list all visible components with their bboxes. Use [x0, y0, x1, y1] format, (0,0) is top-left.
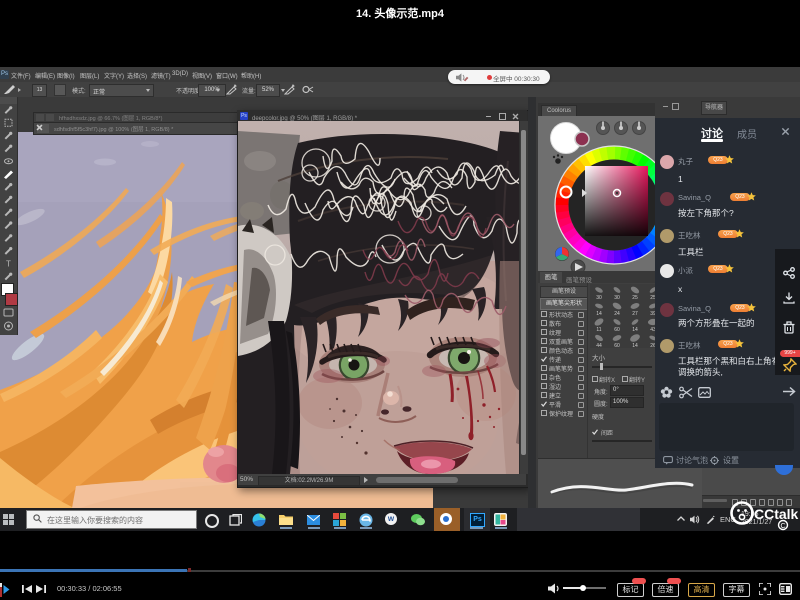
- svg-text:14: 14: [596, 311, 602, 317]
- svg-text:14: 14: [632, 327, 638, 333]
- svg-text:CCtalk: CCtalk: [754, 506, 799, 522]
- svg-text:14: 14: [632, 343, 638, 348]
- svg-text:30: 30: [596, 295, 602, 301]
- svg-text:24: 24: [614, 311, 620, 317]
- svg-text:11: 11: [596, 327, 601, 333]
- svg-text:T: T: [6, 260, 11, 269]
- svg-text:60: 60: [614, 343, 620, 348]
- svg-text:C: C: [781, 523, 786, 530]
- svg-text:27: 27: [632, 311, 638, 317]
- svg-text:60: 60: [614, 327, 620, 333]
- svg-text:25: 25: [632, 295, 638, 301]
- svg-text:44: 44: [596, 343, 602, 348]
- svg-text:30: 30: [614, 295, 620, 301]
